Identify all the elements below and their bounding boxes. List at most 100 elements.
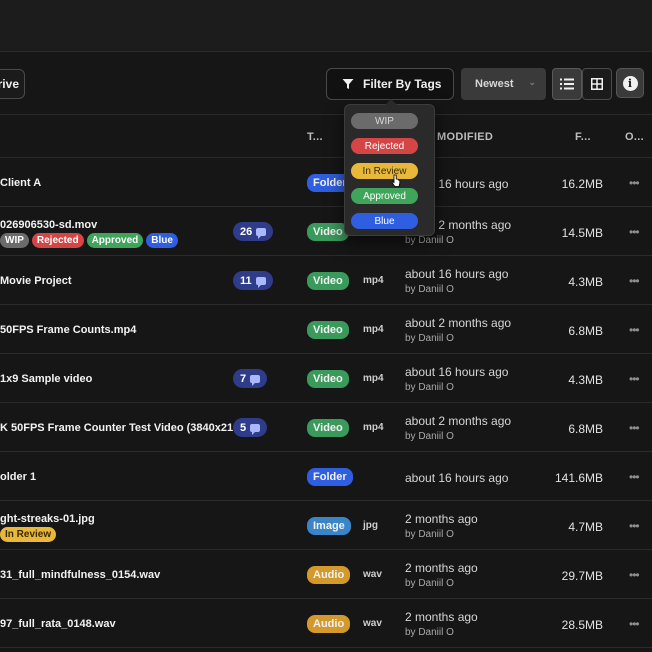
filter-icon	[342, 79, 354, 89]
tag-option[interactable]: WIP	[351, 113, 418, 129]
table-row[interactable]: Movie Project 11 Video mp4 about 16 hours ag…	[0, 256, 652, 305]
more-icon[interactable]: •••	[629, 372, 640, 386]
comment-count: 7	[240, 372, 247, 385]
file-name[interactable]: K 50FPS Frame Counter Test Video (3840x2…	[0, 422, 242, 434]
top-bar	[0, 0, 652, 52]
file-size: 29.7MB	[561, 569, 603, 583]
file-name[interactable]: Movie Project	[0, 275, 72, 287]
type-badge: Audio	[307, 566, 351, 584]
grid-view-button[interactable]	[582, 68, 612, 100]
type-badge: Video	[307, 370, 349, 388]
modified-by: by Daniil O	[405, 284, 454, 295]
table-row[interactable]: 1x9 Sample video 7 Video mp4 about 16 hours …	[0, 354, 652, 403]
file-name[interactable]: 50FPS Frame Counts.mp4	[0, 324, 136, 336]
table-row[interactable]: older 1 Folder about 16 hours ago 141.6MB ••…	[0, 452, 652, 501]
file-size: 141.6MB	[554, 471, 603, 485]
file-size: 28.5MB	[561, 618, 603, 632]
column-owner[interactable]: O...	[625, 131, 644, 143]
more-icon[interactable]: •••	[629, 323, 640, 337]
file-size: 14.5MB	[561, 226, 603, 240]
type-badge: Video	[307, 272, 349, 290]
file-name[interactable]: 97_full_rata_0148.wav	[0, 618, 116, 630]
comment-count: 5	[240, 421, 247, 434]
file-size: 4.3MB	[568, 373, 603, 387]
more-icon[interactable]: •••	[629, 176, 640, 190]
tag-option[interactable]: Approved	[351, 188, 418, 204]
more-icon[interactable]: •••	[629, 421, 640, 435]
modified-time: about 16 hours ago	[405, 471, 509, 485]
filter-by-tags-button[interactable]: Filter By Tags	[326, 68, 454, 100]
more-icon[interactable]: •••	[629, 617, 640, 631]
type-badge: Video	[307, 321, 349, 339]
comment-icon	[250, 423, 261, 435]
comment-count-badge[interactable]: 7	[233, 369, 268, 388]
modified-time: 2 months ago	[405, 512, 478, 526]
file-name[interactable]: 31_full_mindfulness_0154.wav	[0, 569, 160, 581]
modified-time: 2 months ago	[405, 610, 478, 624]
file-extension: wav	[363, 618, 382, 629]
comment-count: 26	[240, 225, 253, 238]
table-row[interactable]: Client A Folder about 16 hours ago 16.2MB ••…	[0, 158, 652, 207]
tag-chip: Rejected	[31, 233, 84, 248]
tag-chip: Blue	[146, 233, 178, 248]
tag-option[interactable]: In Review	[351, 163, 418, 179]
file-name[interactable]: ght-streaks-01.jpg	[0, 513, 95, 525]
comment-icon	[250, 374, 261, 386]
tag-filter-dropdown: WIP Rejected In Review Approved Blue	[344, 99, 435, 236]
modified-time: 2 months ago	[405, 561, 478, 575]
type-badge: Audio	[307, 615, 351, 633]
column-type[interactable]: T...	[307, 131, 323, 143]
drive-button[interactable]: rive	[0, 69, 25, 99]
type-badge: Image	[307, 517, 351, 535]
tag-option[interactable]: Blue	[351, 213, 418, 229]
file-extension: mp4	[363, 422, 384, 433]
file-size: 16.2MB	[561, 177, 603, 191]
comment-count-badge[interactable]: 26	[233, 222, 274, 241]
modified-by: by Daniil O	[405, 578, 454, 589]
file-extension: mp4	[363, 324, 384, 335]
table-row[interactable]: K 50FPS Frame Counter Test Video (3840x2…	[0, 403, 652, 452]
modified-time: about 16 hours ago	[405, 267, 509, 281]
file-size: 4.7MB	[568, 520, 603, 534]
more-icon[interactable]: •••	[629, 274, 640, 288]
table-row[interactable]: 97_full_rata_0148.wav Audio wav 2 months ag…	[0, 599, 652, 648]
more-icon[interactable]: •••	[629, 225, 640, 239]
more-icon[interactable]: •••	[629, 519, 640, 533]
file-extension: mp4	[363, 373, 384, 384]
modified-time: about 2 months ago	[405, 316, 512, 330]
list-view-button[interactable]	[552, 68, 582, 100]
table-row[interactable]: ght-streaks-01.jpg In Review Image jpg 2 mon…	[0, 501, 652, 550]
sort-select[interactable]: Newest ⌄	[461, 68, 546, 100]
tag-option[interactable]: Rejected	[351, 138, 418, 154]
comment-count-badge[interactable]: 5	[233, 418, 268, 437]
table-row[interactable]: 026906530-sd.mov WIP Rejected Approved Blue 2…	[0, 207, 652, 256]
comment-icon	[256, 227, 267, 239]
comment-count: 11	[240, 274, 252, 287]
file-name[interactable]: Client A	[0, 177, 41, 189]
filter-label: Filter By Tags	[363, 77, 442, 91]
modified-time: about 16 hours ago	[405, 365, 509, 379]
column-modified[interactable]: MODIFIED	[437, 131, 493, 143]
column-size[interactable]: F...	[575, 131, 591, 143]
file-size: 6.8MB	[568, 422, 603, 436]
type-badge: Folder	[307, 468, 353, 486]
table-row[interactable]: 31_full_mindfulness_0154.wav Audio wav 2 mo…	[0, 550, 652, 599]
comment-count-badge[interactable]: 11	[233, 271, 273, 290]
file-name[interactable]: 1x9 Sample video	[0, 373, 92, 385]
file-name[interactable]: older 1	[0, 471, 36, 483]
modified-by: by Daniil O	[405, 431, 454, 442]
modified-by: by Daniil O	[405, 333, 454, 344]
tag-chip: Approved	[86, 233, 144, 248]
table-row[interactable]: 50FPS Frame Counts.mp4 Video mp4 about 2 mo…	[0, 305, 652, 354]
grid-view-icon	[591, 78, 603, 90]
more-icon[interactable]: •••	[629, 568, 640, 582]
table-header: T... MODIFIED F... O...	[0, 115, 652, 158]
list-view-icon	[560, 78, 574, 90]
modified-time: about 2 months ago	[405, 414, 512, 428]
file-name[interactable]: 026906530-sd.mov	[0, 219, 97, 231]
info-button[interactable]: i	[616, 68, 644, 98]
tag-list: In Review	[0, 527, 57, 542]
modified-by: by Daniil O	[405, 235, 454, 246]
more-icon[interactable]: •••	[629, 470, 640, 484]
toolbar: rive Filter By Tags Newest ⌄	[0, 53, 652, 115]
